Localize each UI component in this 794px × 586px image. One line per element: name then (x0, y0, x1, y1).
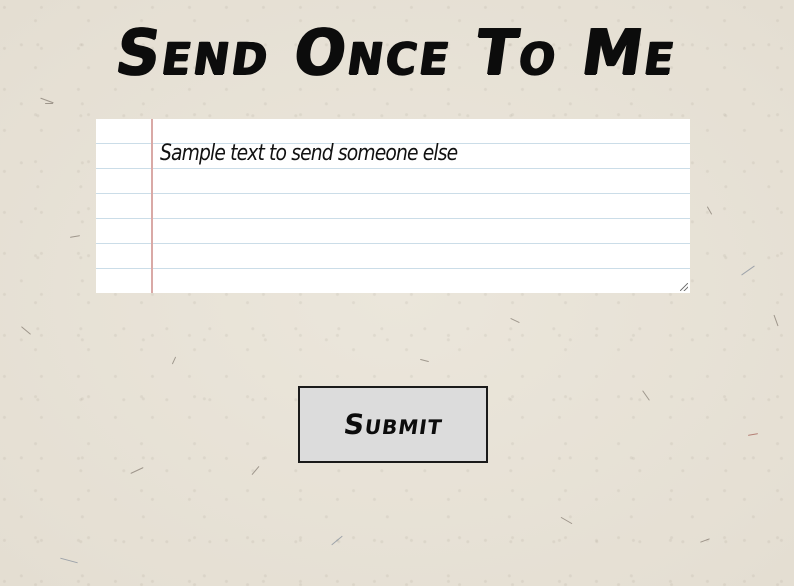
message-notepad: Sample text to send someone else (96, 119, 690, 293)
message-textarea[interactable]: Sample text to send someone else (160, 141, 602, 281)
page-title: Send Once To Me (111, 16, 683, 90)
resize-handle-icon[interactable] (680, 283, 688, 291)
submit-button-label: Submit (341, 408, 445, 441)
submit-button[interactable]: Submit (298, 386, 488, 463)
notepad-margin-line (151, 119, 153, 293)
